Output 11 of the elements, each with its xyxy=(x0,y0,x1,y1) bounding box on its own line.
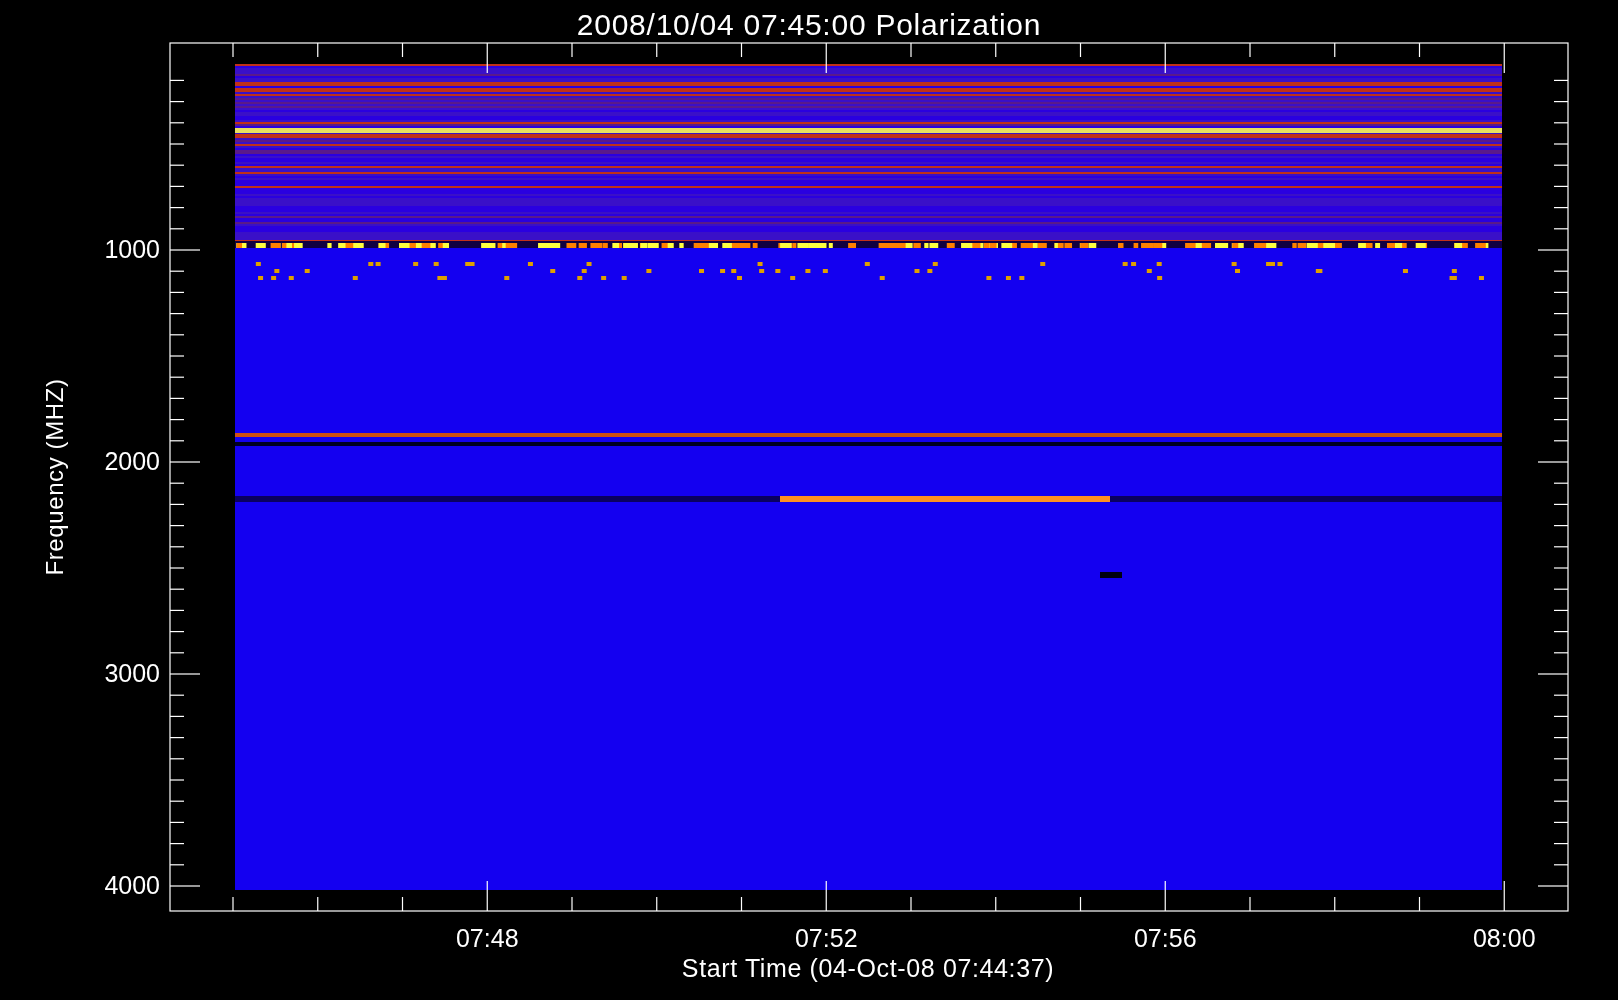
chart-title: 2008/10/04 07:45:00 Polarization xyxy=(575,7,1043,43)
y-tick-label: 2000 xyxy=(104,446,160,478)
y-tick-label: 1000 xyxy=(104,234,160,266)
x-tick-label: 07:52 xyxy=(794,923,858,954)
x-axis-label: Start Time (04-Oct-08 07:44:37) xyxy=(681,953,1055,984)
y-tick-label: 4000 xyxy=(104,870,160,902)
y-tick-label: 3000 xyxy=(104,658,160,690)
y-axis-label: Frequency (MHZ) xyxy=(40,378,69,576)
x-tick-label: 08:00 xyxy=(1472,923,1536,954)
x-tick-label: 07:56 xyxy=(1133,923,1197,954)
x-tick-label: 07:48 xyxy=(455,923,519,954)
